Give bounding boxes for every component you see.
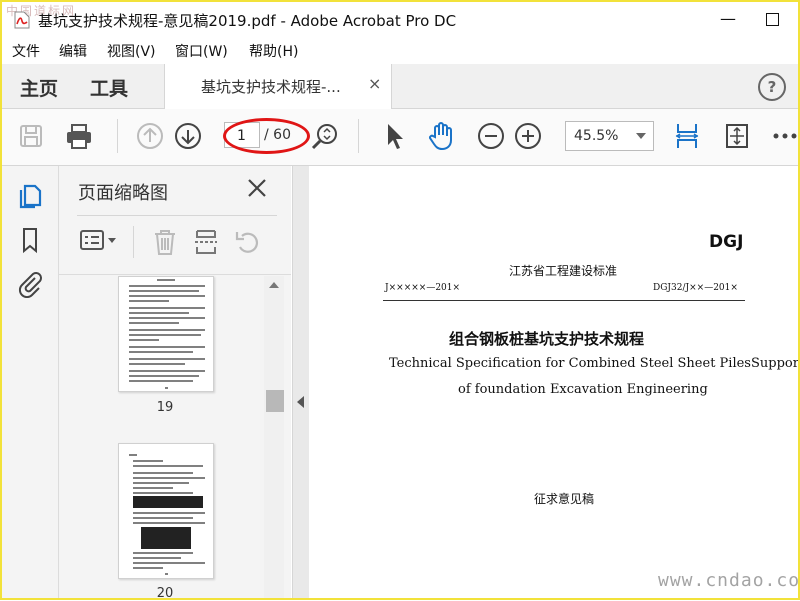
close-panel-icon[interactable] <box>245 176 269 200</box>
menu-window[interactable]: 窗口(W) <box>175 41 228 61</box>
window-title: 基坑支护技术规程-意见稿2019.pdf - Adobe Acrobat Pro… <box>38 12 457 30</box>
standard-code: DGJ <box>709 232 744 252</box>
minimize-button[interactable]: — <box>716 8 740 30</box>
toolbar: 1 / 60 45.5% <box>2 109 798 166</box>
chevron-down-icon <box>636 133 646 139</box>
document-title-en-line2: of foundation Excavation Engineering <box>458 382 708 397</box>
document-tab-label: 基坑支护技术规程-... <box>201 78 341 96</box>
menu-help[interactable]: 帮助(H) <box>249 41 298 61</box>
options-menu-icon[interactable] <box>79 228 119 254</box>
page-thumbnail[interactable] <box>118 443 214 579</box>
page-thumbnail[interactable] <box>118 276 214 392</box>
zoom-value: 45.5% <box>574 128 619 144</box>
tab-home[interactable]: 主页 <box>20 74 58 101</box>
title-bar: 中国道标网 基坑支护技术规程-意见稿2019.pdf - Adobe Acrob… <box>2 2 798 36</box>
scroll-up-icon[interactable] <box>269 282 279 288</box>
scrollbar-thumb[interactable] <box>266 390 284 412</box>
draft-label: 征求意见稿 <box>534 492 595 506</box>
document-title-cn: 组合钢板桩基坑支护技术规程 <box>449 330 645 348</box>
standard-number: DGJ32/J××—201× <box>653 283 738 293</box>
toolbar-separator <box>117 119 118 153</box>
thumbnails-panel: 页面缩略图 19 20 <box>59 166 291 601</box>
tab-tools[interactable]: 工具 <box>90 74 128 101</box>
navigation-rail <box>2 166 59 598</box>
pdf-file-icon <box>14 11 30 29</box>
maximize-button[interactable] <box>760 8 784 30</box>
zoom-search-icon[interactable] <box>310 121 340 151</box>
undo-icon[interactable] <box>234 228 262 256</box>
attachment-icon[interactable] <box>16 270 44 298</box>
fit-page-icon[interactable] <box>672 121 702 151</box>
zoom-select[interactable]: 45.5% <box>565 121 654 151</box>
panel-collapse-handle[interactable] <box>292 166 310 598</box>
extract-pages-icon[interactable] <box>192 228 220 256</box>
next-page-icon[interactable] <box>173 121 203 151</box>
panel-title: 页面缩略图 <box>78 183 168 204</box>
thumbnails-scrollbar[interactable] <box>264 276 284 598</box>
document-view[interactable]: DGJ 江苏省工程建设标准 J×××××—201× DGJ32/J××—201×… <box>309 166 800 598</box>
document-title-en-line1: Technical Specification for Combined Ste… <box>389 356 800 371</box>
select-cursor-icon[interactable] <box>380 121 410 151</box>
previous-page-icon[interactable] <box>135 121 165 151</box>
close-tab-button[interactable]: × <box>368 74 381 93</box>
highlight-annotation <box>223 118 310 154</box>
tab-bar: 主页 工具 基坑支护技术规程-... × ? <box>2 64 798 109</box>
record-number: J×××××—201× <box>385 283 461 293</box>
zoom-in-icon[interactable] <box>513 121 543 151</box>
menu-file[interactable]: 文件 <box>12 41 40 61</box>
menu-view[interactable]: 视图(V) <box>107 41 156 61</box>
standard-type: 江苏省工程建设标准 <box>509 264 618 278</box>
divider <box>59 274 291 275</box>
zoom-out-icon[interactable] <box>476 121 506 151</box>
menu-bar: 文件 编辑 视图(V) 窗口(W) 帮助(H) <box>2 36 798 64</box>
page-thumbnails-icon[interactable] <box>16 182 44 210</box>
more-options-icon[interactable] <box>770 121 800 151</box>
bookmark-icon[interactable] <box>16 226 44 254</box>
toolbar-separator <box>358 119 359 153</box>
watermark-bottom: www.cndao.com <box>658 570 800 591</box>
tab-document[interactable]: 基坑支护技术规程-... × <box>164 64 392 109</box>
thumbnail-page-number: 20 <box>156 586 174 601</box>
thumbnail-page-number: 19 <box>156 400 174 415</box>
maximize-icon <box>765 13 779 26</box>
divider <box>77 215 277 216</box>
save-icon[interactable] <box>16 121 46 151</box>
help-button[interactable]: ? <box>758 73 786 101</box>
divider <box>383 300 745 301</box>
menu-edit[interactable]: 编辑 <box>59 41 87 61</box>
print-icon[interactable] <box>64 121 94 151</box>
hand-tool-icon[interactable] <box>426 121 456 151</box>
chevron-left-icon <box>297 396 304 408</box>
toolbar-separator <box>133 226 134 258</box>
delete-icon[interactable] <box>151 228 179 256</box>
rotate-view-icon[interactable] <box>722 121 752 151</box>
